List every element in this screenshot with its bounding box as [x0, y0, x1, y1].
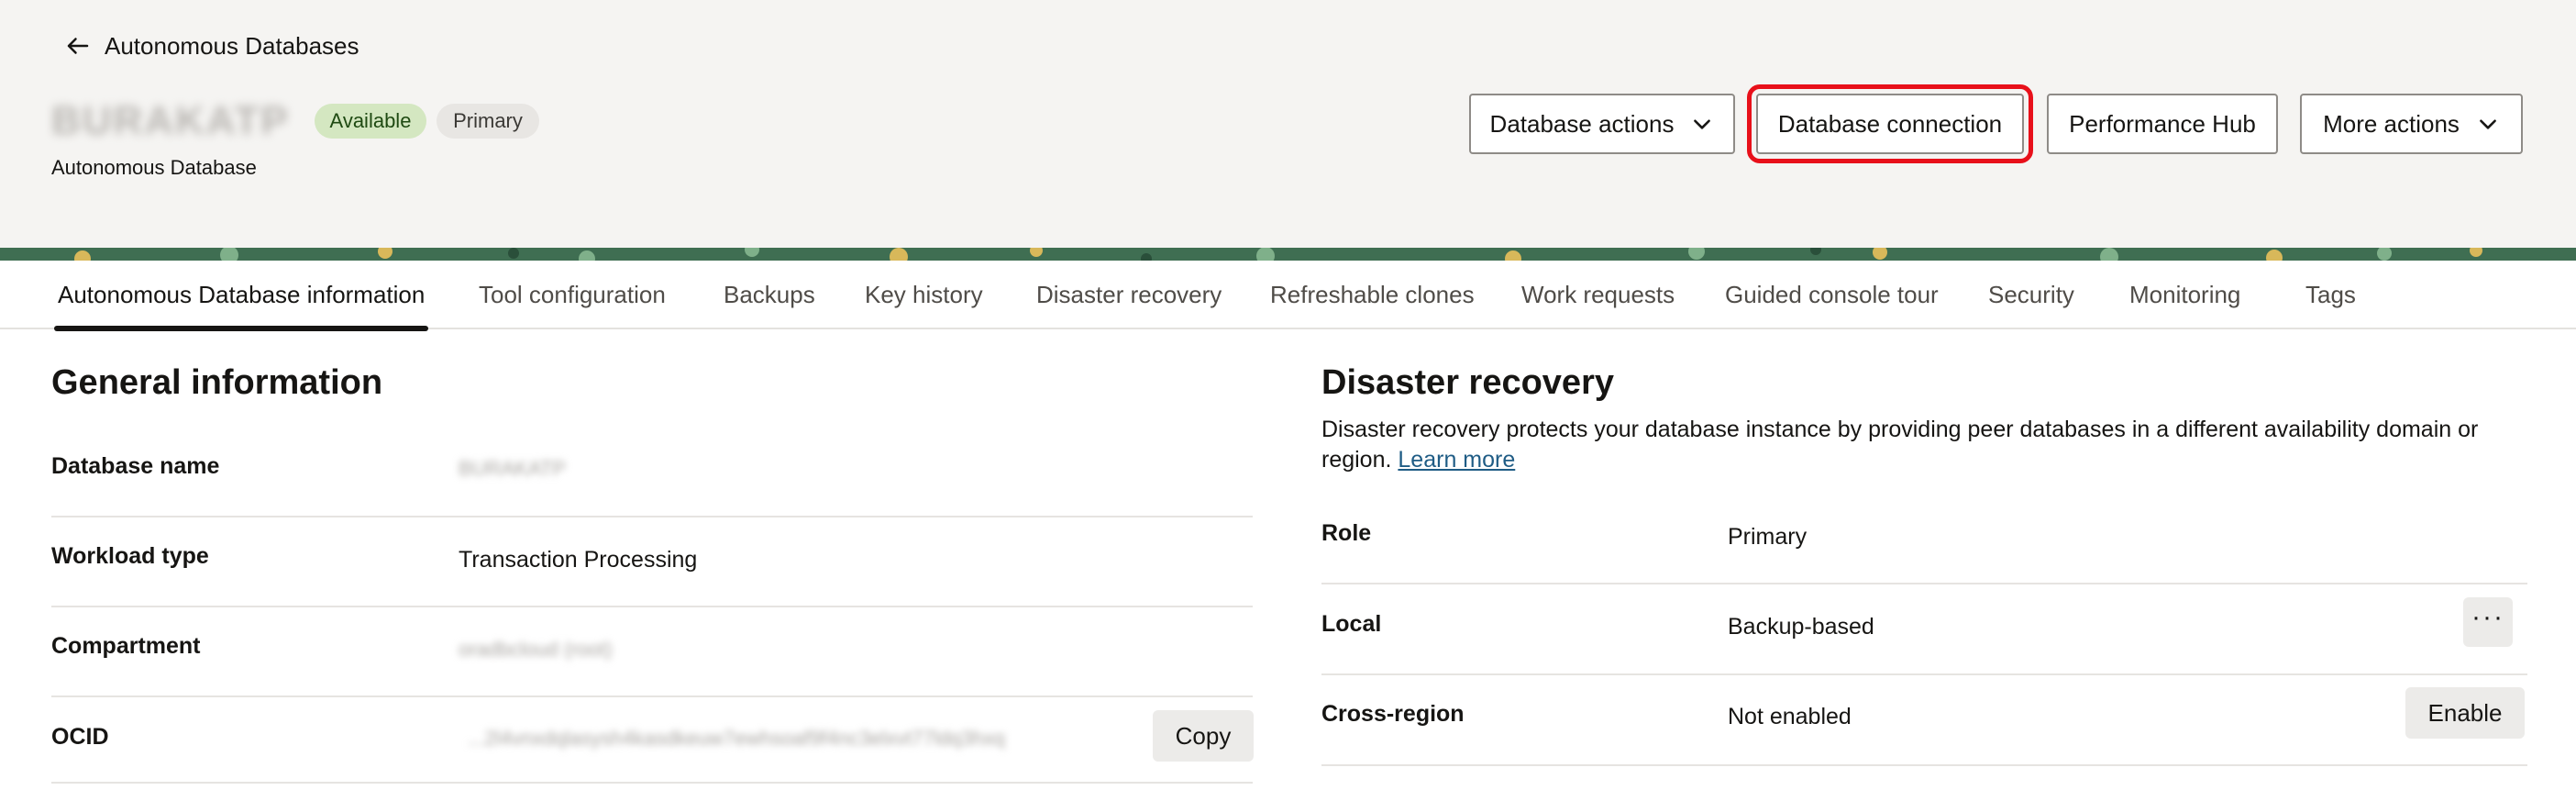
local-label: Local [1321, 611, 1382, 637]
ocid-label: OCID [51, 724, 109, 750]
general-information-heading: General information [51, 363, 383, 402]
chevron-down-icon [2480, 119, 2496, 129]
decorative-banner [0, 248, 2576, 261]
cross-region-value: Not enabled [1728, 704, 1852, 729]
more-actions-label: More actions [2323, 109, 2460, 138]
tab-refreshable-clones[interactable]: Refreshable clones [1270, 261, 1475, 329]
tab-backups[interactable]: Backups [724, 261, 815, 329]
arrow-left-icon [67, 38, 89, 54]
row-divider [1321, 583, 2527, 584]
more-actions-button[interactable]: More actions [2300, 94, 2523, 154]
tab-guided-console-tour[interactable]: Guided console tour [1725, 261, 1939, 329]
tab-security[interactable]: Security [1988, 261, 2074, 329]
tab-work-requests[interactable]: Work requests [1521, 261, 1675, 329]
workload-type-label: Workload type [51, 543, 209, 569]
tab-disaster-recovery[interactable]: Disaster recovery [1036, 261, 1222, 329]
row-divider [1321, 673, 2527, 675]
tab-tags[interactable]: Tags [2305, 261, 2356, 329]
row-divider [1321, 764, 2527, 766]
database-name-value: BURAKATP [459, 457, 566, 480]
local-actions-menu-button[interactable]: ··· [2463, 597, 2513, 647]
chevron-down-icon [1694, 119, 1711, 129]
tab-key-history[interactable]: Key history [865, 261, 983, 329]
database-connection-label: Database connection [1777, 109, 2003, 138]
local-value: Backup-based [1728, 614, 1874, 640]
learn-more-link[interactable]: Learn more [1398, 447, 1515, 473]
tab-monitoring[interactable]: Monitoring [2129, 261, 2240, 329]
cross-region-label: Cross-region [1321, 701, 1465, 727]
disaster-recovery-description: Disaster recovery protects your database… [1321, 415, 2532, 475]
performance-hub-button[interactable]: Performance Hub [2047, 94, 2278, 154]
disaster-recovery-heading: Disaster recovery [1321, 363, 1614, 402]
row-divider [51, 516, 1253, 517]
database-connection-button[interactable]: Database connection [1747, 84, 2033, 163]
enable-cross-region-button[interactable]: Enable [2405, 687, 2525, 739]
compartment-label: Compartment [51, 633, 201, 659]
role-value: Primary [1728, 524, 1808, 550]
database-name-label: Database name [51, 453, 220, 479]
status-badge: Available [315, 104, 426, 139]
row-divider [51, 695, 1253, 697]
resource-type-label: Autonomous Database [51, 156, 257, 179]
banner-pattern-graphic [0, 248, 2576, 261]
row-divider [51, 782, 1253, 784]
database-name-title: BURAKATP [51, 98, 290, 143]
role-badge: Primary [437, 104, 539, 139]
workload-type-value: Transaction Processing [459, 547, 698, 573]
performance-hub-label: Performance Hub [2069, 109, 2256, 138]
page-header: Autonomous Databases BURAKATP Available … [0, 0, 2576, 248]
compartment-value[interactable]: oradbcloud (root) [459, 638, 613, 662]
back-link-label: Autonomous Databases [105, 31, 359, 60]
tab-bar: Autonomous Database information Tool con… [0, 261, 2576, 331]
role-label: Role [1321, 520, 1372, 546]
database-actions-button[interactable]: Database actions [1469, 94, 1735, 154]
row-divider [51, 606, 1253, 607]
back-to-autonomous-databases-link[interactable]: Autonomous Databases [64, 28, 359, 64]
ocid-value: ...2l4vnxdqlasysh4kasdkeuw7ewhsoaf9f4nc3… [468, 727, 1005, 750]
copy-ocid-button[interactable]: Copy [1153, 710, 1254, 762]
tab-autonomous-database-information[interactable]: Autonomous Database information [53, 261, 429, 331]
tab-tool-configuration[interactable]: Tool configuration [479, 261, 666, 329]
database-actions-label: Database actions [1489, 109, 1675, 138]
